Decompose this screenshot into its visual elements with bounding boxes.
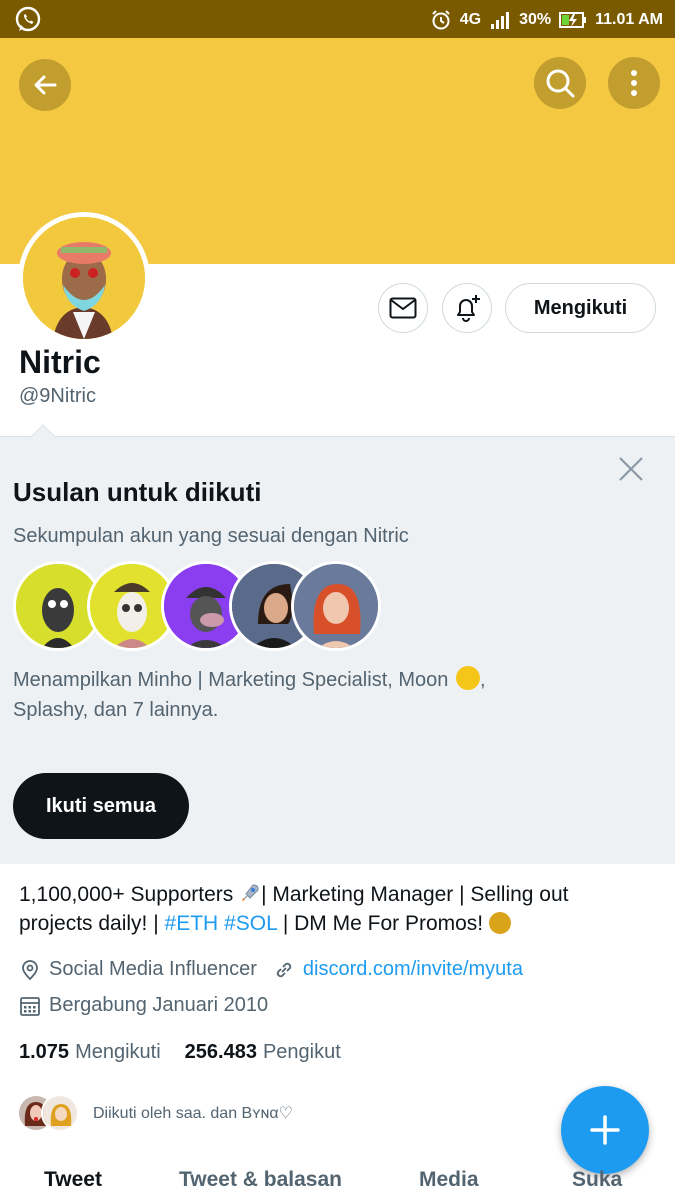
network-type: 4G bbox=[459, 11, 482, 28]
hashtag-link[interactable]: #ETH bbox=[165, 912, 219, 935]
tab-likes[interactable]: Suka bbox=[572, 1168, 622, 1192]
clock-time: 11.01 AM bbox=[595, 11, 663, 28]
back-button[interactable] bbox=[19, 59, 71, 111]
whatsapp-icon bbox=[15, 6, 41, 32]
more-vertical-icon bbox=[631, 70, 637, 96]
close-icon[interactable] bbox=[617, 455, 645, 483]
battery-charging-icon bbox=[559, 12, 587, 28]
followers-count-link[interactable]: 256.483 Pengikut bbox=[185, 1041, 341, 1064]
alarm-icon bbox=[432, 10, 450, 30]
profile-website-link[interactable]: discord.com/invite/myuta bbox=[303, 958, 523, 981]
tab-tweet-replies[interactable]: Tweet & balasan bbox=[179, 1168, 342, 1192]
follow-counts: 1.075 Mengikuti 256.483 Pengikut bbox=[19, 1041, 341, 1064]
search-icon bbox=[546, 69, 575, 98]
profile-tabs: Tweet Tweet & balasan Media Suka bbox=[0, 1160, 675, 1200]
profile-joined-row: Bergabung Januari 2010 bbox=[19, 994, 268, 1017]
battery-percent: 30% bbox=[519, 11, 552, 28]
avatar[interactable] bbox=[291, 561, 381, 651]
calendar-icon bbox=[20, 996, 40, 1016]
status-bar: 4G 30% 11.01 AM bbox=[0, 0, 675, 38]
bell-plus-icon bbox=[457, 295, 480, 322]
suggested-follows-card: Usulan untuk diikuti Sekumpulan akun yan… bbox=[0, 424, 675, 864]
notifications-button[interactable] bbox=[442, 283, 492, 333]
suggestions-description: Menampilkan Minho | Marketing Specialist… bbox=[13, 665, 573, 725]
following-button[interactable]: Mengikuti bbox=[505, 283, 656, 333]
tab-media[interactable]: Media bbox=[419, 1168, 479, 1192]
location-pin-icon bbox=[22, 959, 38, 980]
plus-icon bbox=[590, 1115, 620, 1145]
followed-by-text: Diikuti oleh saa. dan Bʏɴα♡ bbox=[93, 1105, 293, 1122]
hashtag-link[interactable]: #SOL bbox=[224, 912, 277, 935]
suggested-avatars bbox=[13, 561, 383, 651]
ape-avatar-image bbox=[23, 217, 145, 339]
profile-name: Nitric bbox=[19, 344, 101, 380]
profile-joined-date: Bergabung Januari 2010 bbox=[49, 994, 269, 1016]
following-count-link[interactable]: 1.075 Mengikuti bbox=[19, 1041, 161, 1064]
moon-emoji-icon bbox=[455, 666, 480, 690]
money-bag-emoji-icon bbox=[488, 912, 511, 934]
profile-location: Social Media Influencer bbox=[49, 958, 257, 980]
followed-by-row[interactable]: Diikuti oleh saa. dan Bʏɴα♡ bbox=[17, 1094, 293, 1132]
arrow-left-icon bbox=[34, 75, 57, 95]
suggestions-title: Usulan untuk diikuti bbox=[13, 477, 262, 507]
profile-handle: @9Nitric bbox=[19, 385, 96, 407]
envelope-icon bbox=[389, 297, 417, 319]
link-icon bbox=[276, 962, 292, 977]
profile-meta-row: Social Media Influencer discord.com/invi… bbox=[19, 958, 523, 981]
search-button[interactable] bbox=[534, 57, 586, 109]
more-options-button[interactable] bbox=[608, 57, 660, 109]
profile-bio: 1,100,000+ Supporters | Marketing Manage… bbox=[19, 883, 569, 935]
avatar bbox=[41, 1094, 79, 1132]
signal-icon bbox=[491, 12, 510, 29]
rocket-emoji-icon bbox=[242, 884, 259, 901]
follow-all-button[interactable]: Ikuti semua bbox=[13, 773, 189, 839]
tab-tweet[interactable]: Tweet bbox=[44, 1168, 102, 1192]
message-button[interactable] bbox=[378, 283, 428, 333]
profile-avatar[interactable] bbox=[18, 212, 150, 344]
suggestions-subtitle: Sekumpulan akun yang sesuai dengan Nitri… bbox=[13, 525, 409, 547]
